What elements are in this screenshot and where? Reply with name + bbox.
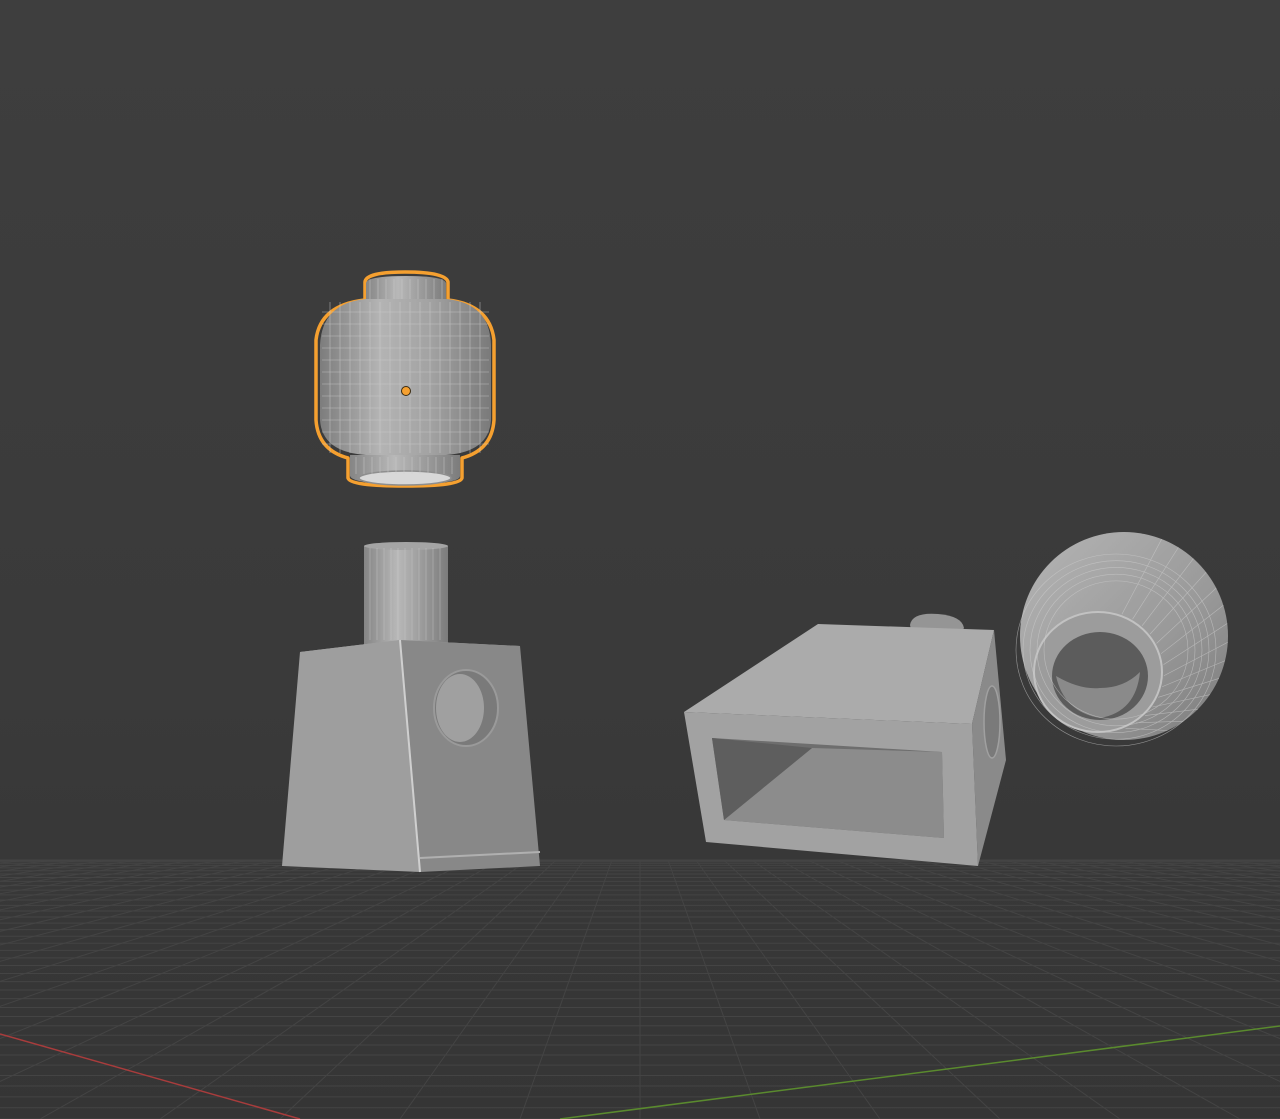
- grid-line: [39, 859, 501, 1119]
- torso-object[interactable]: [282, 542, 541, 873]
- grid-line: [0, 859, 137, 882]
- torso-rotated-top-face: [684, 624, 994, 724]
- head-body: [320, 299, 491, 455]
- head-bottom-opening: [358, 470, 452, 486]
- head-rotated-object[interactable]: [1015, 532, 1228, 747]
- grid-line: [159, 859, 529, 1119]
- grid-line: [0, 859, 53, 868]
- torso-rotated-arm-hole: [983, 685, 1001, 759]
- scene-canvas[interactable]: [0, 0, 1280, 1119]
- grid-line: [0, 859, 417, 1007]
- head-object-selected[interactable]: [314, 270, 496, 488]
- grid-line: [1031, 859, 1280, 911]
- grid-line: [863, 859, 1280, 1007]
- grid-line: [695, 859, 881, 1119]
- grid-line: [975, 859, 1280, 932]
- torso-neck: [364, 546, 448, 646]
- x-axis-line: [0, 1033, 301, 1119]
- grid-line: [891, 859, 1280, 982]
- torso-front-face: [282, 640, 420, 872]
- grid-line: [0, 859, 333, 946]
- grid-line: [0, 859, 249, 911]
- grid-line: [519, 859, 613, 1119]
- grid-line: [1143, 859, 1280, 882]
- floor-grid: [0, 859, 1280, 1119]
- grid-line: [807, 859, 1280, 1083]
- grid-line: [279, 859, 557, 1119]
- torso-neck-top: [364, 542, 448, 550]
- grid-line: [399, 859, 585, 1119]
- grid-line: [947, 859, 1280, 946]
- grid-line: [0, 859, 473, 1083]
- y-axis-line: [559, 1025, 1280, 1119]
- grid-line: [0, 859, 389, 982]
- grid-line: [1227, 859, 1280, 868]
- grid-line: [751, 859, 1121, 1119]
- 3d-viewport[interactable]: [0, 0, 1280, 1119]
- grid-line: [667, 859, 761, 1119]
- grid-line: [0, 859, 305, 932]
- torso-arm-hole-inner: [436, 674, 484, 742]
- grid-line: [779, 859, 1241, 1119]
- origin-point[interactable]: [401, 386, 411, 396]
- torso-rotated-object[interactable]: [684, 613, 1006, 866]
